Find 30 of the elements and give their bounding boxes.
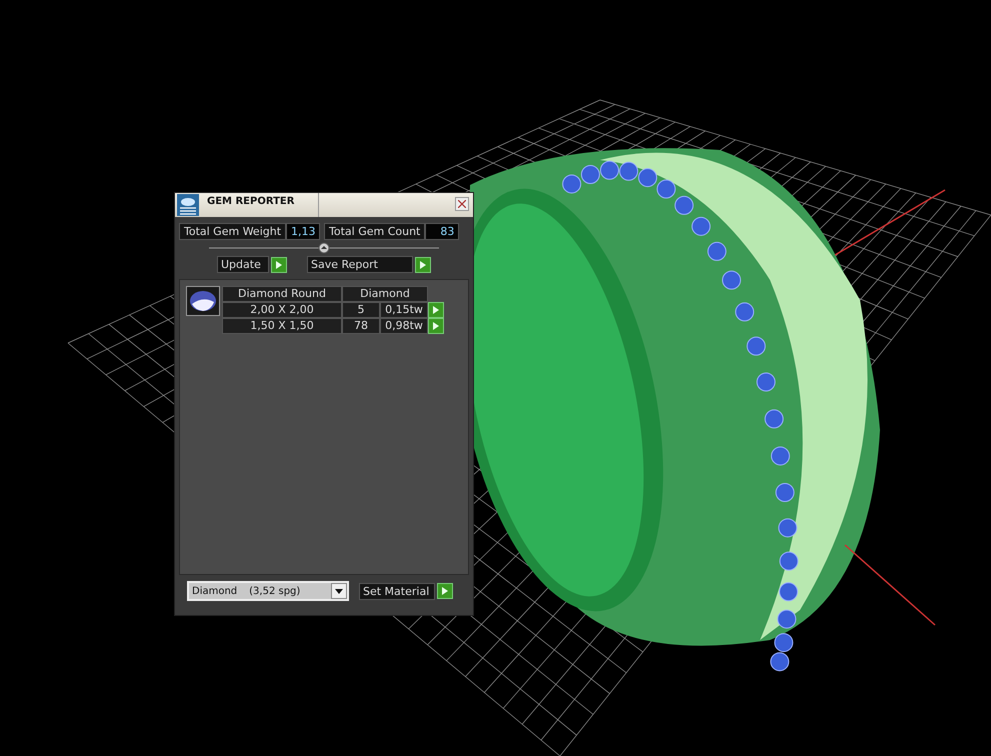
gem-size: 1,50 X 1,50	[222, 318, 342, 334]
app-icon	[177, 194, 199, 216]
save-report-go-button[interactable]	[415, 256, 431, 272]
gem-weight: 0,98tw	[380, 318, 428, 334]
gem-count: 5	[342, 302, 380, 318]
update-go-button[interactable]	[271, 256, 287, 272]
update-button[interactable]: Update	[217, 256, 269, 273]
gem-material: Diamond	[342, 286, 428, 302]
row-go-button[interactable]	[428, 302, 444, 318]
caret-icon	[335, 588, 343, 594]
total-value: 83	[425, 223, 460, 240]
gem-weight: 0,15tw	[380, 302, 428, 318]
play-icon	[442, 587, 448, 595]
total-value: 1,13	[286, 223, 320, 240]
total-label: Total Gem Count	[324, 223, 426, 240]
gem-count: 78	[342, 318, 380, 334]
collapse-handle-icon[interactable]	[209, 242, 439, 254]
total-label: Total Gem Weight	[179, 223, 286, 240]
set-material-go-button[interactable]	[437, 583, 453, 599]
window-title: GEM REPORTER	[201, 193, 319, 217]
gem-size: 2,00 X 2,00	[222, 302, 342, 318]
gem-shape: Diamond Round	[222, 286, 342, 302]
material-dropdown[interactable]: Diamond (3,52 spg)	[187, 581, 349, 601]
close-button[interactable]	[455, 197, 469, 211]
play-icon	[276, 260, 282, 268]
row-go-button[interactable]	[428, 318, 444, 334]
set-material-button[interactable]: Set Material	[359, 582, 435, 600]
dropdown-arrow-button[interactable]	[331, 583, 347, 599]
play-icon	[420, 260, 426, 268]
save-report-button[interactable]: Save Report	[307, 256, 413, 273]
